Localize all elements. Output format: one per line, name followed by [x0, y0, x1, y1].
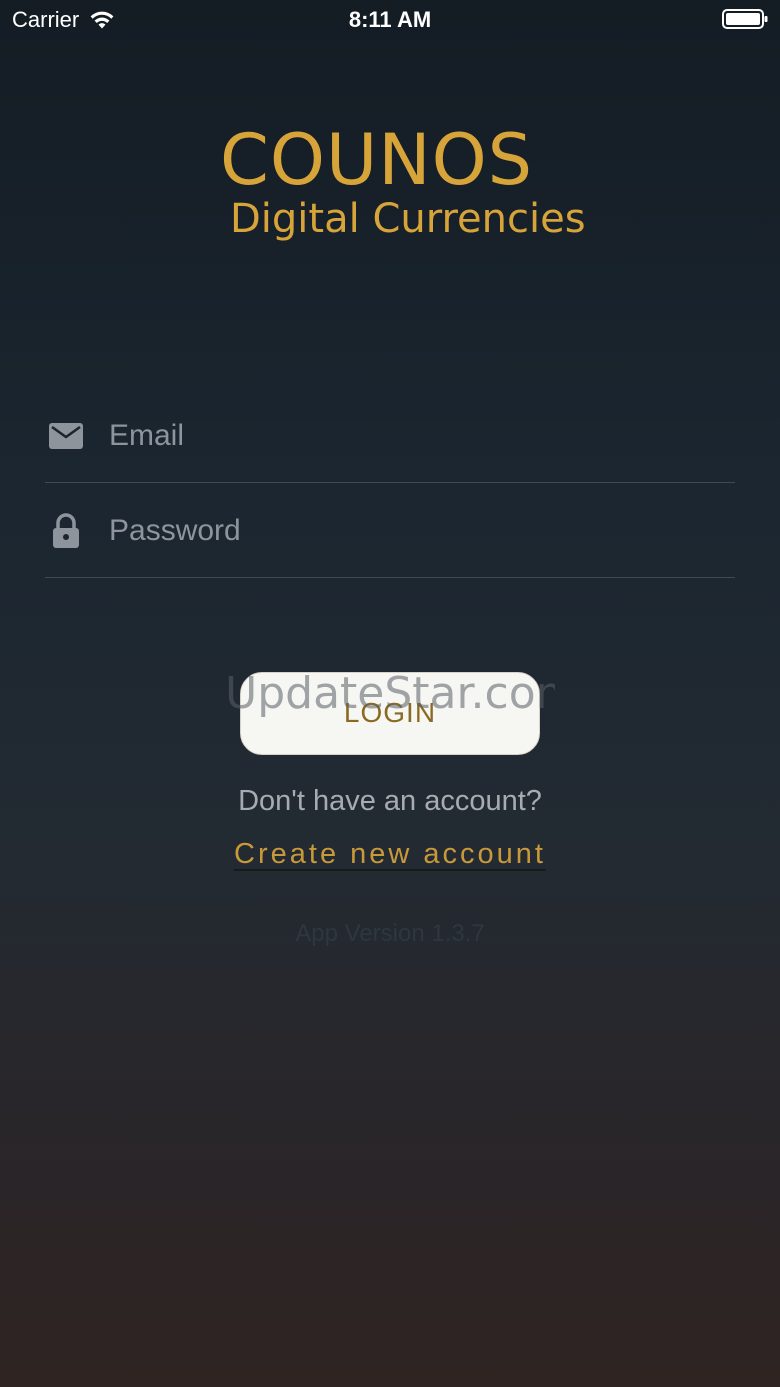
envelope-icon — [49, 423, 83, 449]
lock-icon — [53, 513, 79, 548]
logo-subtitle: Digital Currencies — [230, 196, 586, 242]
logo-title: COUNOS — [220, 119, 534, 201]
password-input[interactable] — [107, 505, 711, 557]
password-field-row — [45, 481, 735, 578]
app-logo: COUNOS Digital Currencies — [220, 119, 586, 250]
signup-prompt: Don't have an account? — [238, 785, 542, 817]
create-account-link[interactable]: Create new account — [224, 838, 556, 871]
email-field-row — [45, 386, 735, 483]
login-button[interactable]: LOGIN — [240, 672, 540, 755]
status-time: 8:11 AM — [348, 7, 432, 32]
battery-icon — [722, 9, 768, 29]
app-version: App Version 1.3.7 — [295, 920, 485, 947]
status-bar: Carrier 8:11 AM — [0, 0, 780, 40]
email-input[interactable] — [107, 410, 711, 462]
